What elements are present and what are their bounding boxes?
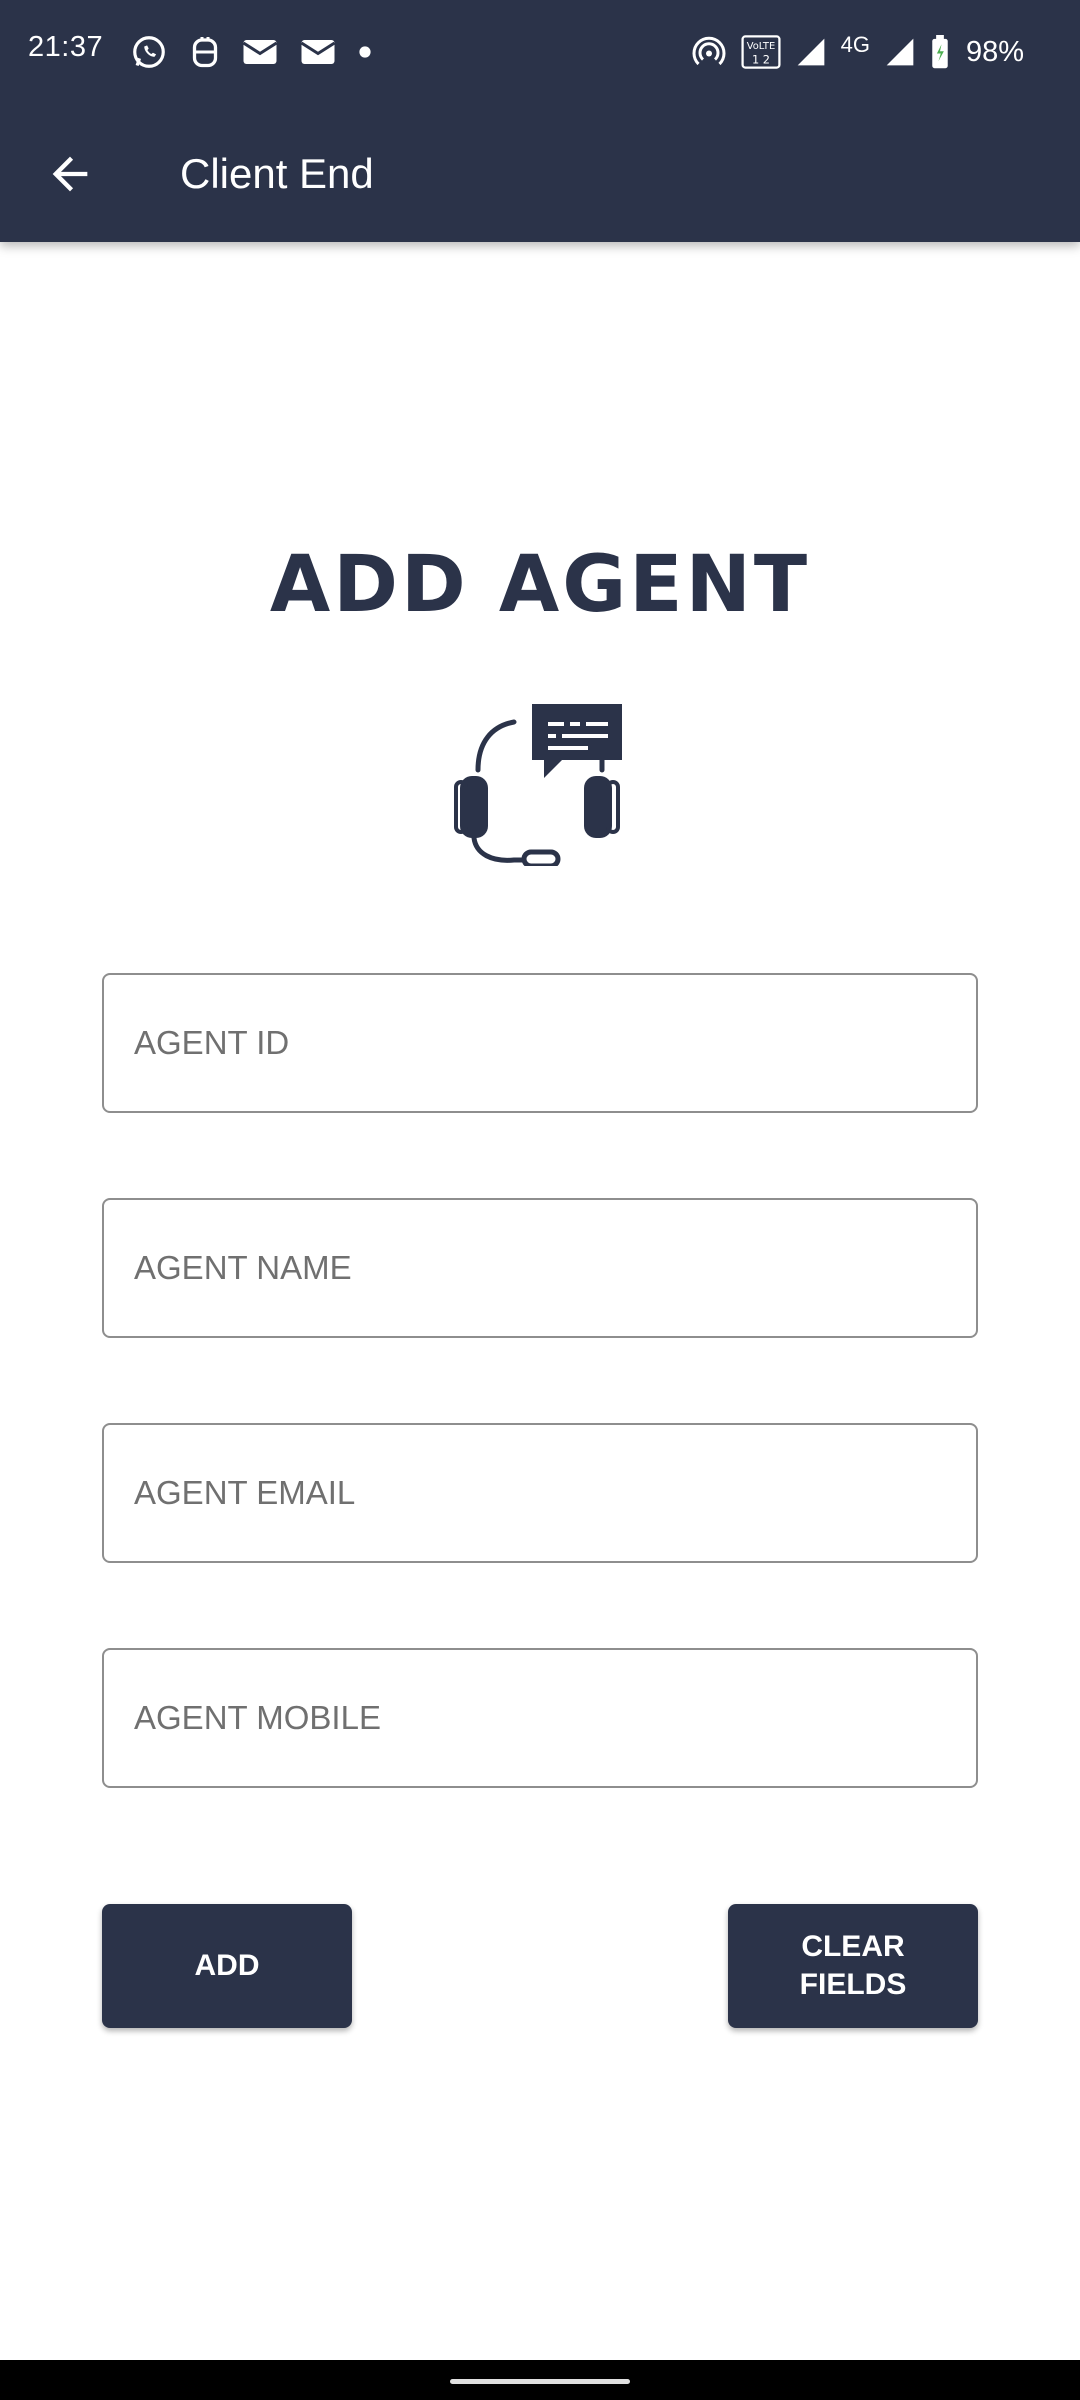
agent-mobile-input[interactable] xyxy=(104,1650,976,1786)
dot-icon xyxy=(358,45,372,59)
clear-label-line1: CLEAR xyxy=(801,1930,905,1963)
agent-name-field[interactable] xyxy=(102,1198,978,1338)
gmail-icon xyxy=(300,37,336,67)
status-time: 21:37 xyxy=(28,31,104,63)
status-system-icons: VoLTE 1 2 4G 98% xyxy=(691,30,1024,74)
status-bar: 21:37 VoLTE 1 2 4G 98% xyxy=(0,0,1080,104)
agent-id-field[interactable] xyxy=(102,973,978,1113)
signal-icon xyxy=(795,36,827,68)
home-gesture-handle[interactable] xyxy=(450,2379,630,2384)
agent-id-input[interactable] xyxy=(104,975,976,1111)
signal-icon xyxy=(884,36,916,68)
status-notification-icons xyxy=(130,32,372,72)
back-button[interactable] xyxy=(44,148,96,200)
volte-icon: VoLTE 1 2 xyxy=(741,35,781,69)
system-navigation-bar xyxy=(0,2360,1080,2400)
clear-fields-button[interactable]: CLEAR FIELDS xyxy=(728,1904,978,2028)
agent-mobile-field[interactable] xyxy=(102,1648,978,1788)
add-button-label: ADD xyxy=(194,1949,260,1982)
clear-fields-button-label: CLEAR FIELDS xyxy=(800,1928,907,2004)
notification-app-icon xyxy=(190,33,220,71)
battery-percentage: 98% xyxy=(965,35,1024,68)
network-type-label: 4G xyxy=(840,32,870,57)
gmail-icon xyxy=(242,37,278,67)
page-title: ADD AGENT xyxy=(269,540,811,630)
clear-label-line2: FIELDS xyxy=(799,1968,907,2001)
agent-email-input[interactable] xyxy=(104,1425,976,1561)
whatsapp-icon xyxy=(130,33,168,71)
top-app-bar: 21:37 VoLTE 1 2 4G 98% Client End xyxy=(0,0,1080,242)
svg-text:VoLTE: VoLTE xyxy=(746,41,775,52)
svg-text:1 2: 1 2 xyxy=(752,52,770,66)
app-bar-title: Client End xyxy=(180,150,374,197)
battery-icon xyxy=(930,35,950,69)
hotspot-icon xyxy=(691,34,727,70)
add-button[interactable]: ADD xyxy=(102,1904,352,2028)
headset-chat-icon xyxy=(452,698,628,869)
arrow-left-icon xyxy=(52,156,88,192)
agent-name-input[interactable] xyxy=(104,1200,976,1336)
agent-email-field[interactable] xyxy=(102,1423,978,1563)
